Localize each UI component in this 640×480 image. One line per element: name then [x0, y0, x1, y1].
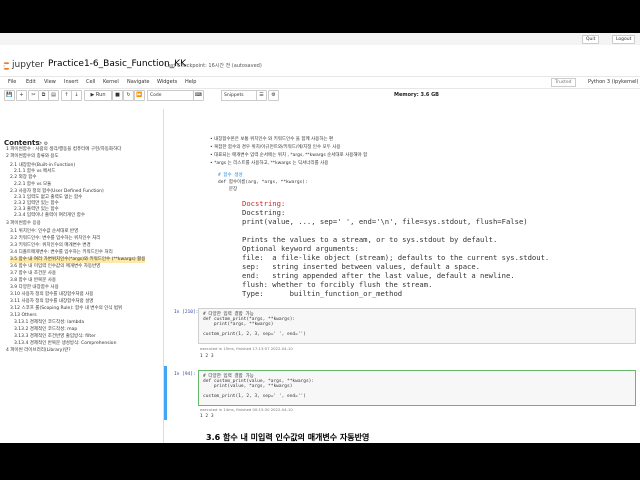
fast-forward-icon[interactable]: ⏩	[134, 90, 145, 101]
save-button[interactable]: 💾	[4, 90, 15, 101]
docstring-text: Docstring: Docstring: print(value, ..., …	[242, 199, 549, 298]
toc-item[interactable]: 4 파이썬 라이브러리(Library)란?	[6, 348, 71, 354]
quit-button[interactable]: Quit	[582, 35, 600, 44]
toc-item[interactable]: 3.5 함수 내 여러 가변위치인수(*args)와 키워드인수 (**kwar…	[10, 257, 146, 263]
cell-type-select[interactable]: Code	[147, 90, 195, 101]
menu-file[interactable]: File	[8, 79, 16, 85]
menu-help[interactable]: Help	[185, 79, 196, 85]
toc-item[interactable]: 3 파이썬함수 응용	[6, 221, 41, 227]
run-label: Run	[95, 92, 106, 98]
toc-item[interactable]: 3.13 Others	[10, 313, 37, 319]
cell1-exec-time: executed in 15ms, finished 17:13:57 2022…	[200, 346, 293, 351]
bullet-3: • 대표되는 매개변수 입력 순서에는 위치 , *args, **kwargs…	[210, 153, 368, 158]
toc-item[interactable]: 2.3.4 입력이나 출력이 여러개인 함수	[14, 213, 85, 219]
toc-item[interactable]: 3.3 키워드인수: 위치인수의 매개변수 변경	[10, 243, 91, 249]
move-down-icon[interactable]: ↓	[71, 90, 82, 101]
cell1-output: 1 2 3	[200, 354, 214, 359]
docstring-heading: Docstring:	[242, 199, 286, 208]
gear-icon[interactable]: ⚙	[268, 90, 279, 101]
cell1-prompt: In [210]:	[174, 310, 199, 315]
add-cell-button[interactable]: +	[16, 90, 27, 101]
menu-kernel[interactable]: Kernel	[103, 79, 119, 85]
toc-item[interactable]: 2.2 외장 함수	[10, 175, 37, 181]
run-button[interactable]: ▶ Run	[84, 90, 112, 101]
browser-frame: Quit Logout jupyter Practice1-6_Basic_Fu…	[0, 33, 640, 443]
toc-item[interactable]: 3.13.4 경제적인 반복문 생성방식: Comprehension	[14, 341, 116, 347]
toc-item[interactable]: 3.13.1 경제적인 코드작성: lambda	[14, 320, 84, 326]
example-code-line2: 문장	[218, 187, 238, 192]
trusted-badge[interactable]: Trusted	[551, 78, 576, 87]
cell2-exec-time: executed in 14ms, finished 00:15:30 2022…	[200, 407, 293, 412]
toc-item[interactable]: 3.7 함수 내 조건문 사용	[10, 271, 56, 277]
cell2-prompt: In [94]:	[174, 372, 196, 377]
cell2-output: 1 2 3	[200, 414, 214, 419]
menu-insert[interactable]: Insert	[64, 79, 78, 85]
toolbar: 💾 + ✂ ⧉ ▤ ↑ ↓ ▶ Run ■ ↻ ⏩ Code ⌨ Snippet…	[0, 88, 640, 102]
toc-item[interactable]: 2.2.1 함수 vs 모듈	[14, 182, 51, 188]
bullet-2: • 복잡한 함수의 경우 위치/아규먼트와/키워드/에/지정 인수 모두 사용	[210, 145, 341, 150]
code-cell-1[interactable]: # 다양한 입력 결합 가능 def custom_print(*args, *…	[198, 308, 636, 344]
checkpoint-status: Last Checkpoint: 16시간 전 (autosaved)	[165, 63, 262, 69]
toc-item[interactable]: 3.4 디폴트매개변수: 변수를 입수하는 키워드인수 처리	[10, 250, 113, 256]
kernel-indicator: Python 3 (ipykernel)	[588, 79, 639, 85]
docstring-popup: Docstring: Docstring: print(value, ..., …	[238, 199, 638, 299]
menu-cell[interactable]: Cell	[86, 79, 95, 85]
toc-item[interactable]: 3.13.3 경제적인 조건반영 출입방식: filter	[14, 334, 96, 340]
example-comment: # 함수 생성	[218, 173, 243, 178]
menu-widgets[interactable]: Widgets	[157, 79, 177, 85]
bullet-1: • 내장함수몬은 보통 위치인수 와 키워드인수 을 함께 사용하는 편	[210, 137, 334, 142]
toc-item[interactable]: 2 파이썬함수의 종류와 용도	[6, 154, 59, 160]
toc-item[interactable]: 3.2 키워드인수: 변수를 입수하는 위치인수 처리	[10, 236, 100, 242]
menu-view[interactable]: View	[44, 79, 56, 85]
toc-item[interactable]: 3.8 함수 내 반복문 사용	[10, 278, 56, 284]
toc-item[interactable]: 3.1 위치인수: 인수값 순서대로 반영	[10, 229, 78, 235]
selected-cell-indicator	[164, 366, 167, 420]
example-code-line1: def 함수이름(arg, *args, **kwargs):	[218, 180, 308, 185]
toc-item[interactable]: 3.13.2 경제적인 코드작성: map	[14, 327, 77, 333]
toc-title: Contents	[4, 139, 40, 147]
notebook-main: • 내장함수몬은 보통 위치인수 와 키워드인수 을 함께 사용하는 편 • 복…	[164, 109, 640, 443]
paste-icon[interactable]: ▤	[48, 90, 59, 101]
menu-navigate[interactable]: Navigate	[127, 79, 149, 85]
toc-item[interactable]: 3.10 사용자 정의 함수를 내장함수처럼 사용	[10, 292, 93, 298]
stop-icon[interactable]: ■	[112, 90, 123, 101]
docstring-body: Docstring: print(value, ..., sep=' ', en…	[242, 208, 550, 298]
cell1-code[interactable]: # 다양한 입력 결합 가능 def custom_print(*args, *…	[203, 311, 306, 337]
restart-icon[interactable]: ↻	[123, 90, 134, 101]
notebook-header: jupyter Practice1-6_Basic_Function_KK La…	[0, 45, 640, 109]
toc-item[interactable]: 3.6 함수 내 미입력 인수값의 매개변수 자동반영	[10, 264, 100, 270]
toc-sidebar: Contents ⟳ ⚙ 1 파이썬함수 : 사람의 생각/행동을 컴퓨터에 구…	[0, 109, 164, 443]
memory-indicator: Memory: 3.6 GB	[394, 92, 439, 98]
snippets-select[interactable]: Snippets	[221, 90, 257, 101]
code-cell-2[interactable]: # 다양한 입력 결합 가능 def custom_print(value, *…	[198, 370, 636, 406]
toc-item[interactable]: 3.12 스코프 룰(Scoping Rule): 함수 내 변수의 인식 범위	[10, 306, 122, 312]
toc-item[interactable]: 1 파이썬함수 : 사람의 생각/행동을 컴퓨터에 구현/자동화하다	[6, 147, 121, 153]
logout-button[interactable]: Logout	[612, 35, 636, 44]
toc-item[interactable]: 3.11 사용자 정의 함수를 내장함수처럼 설명	[10, 299, 93, 305]
toc-toggle-icon[interactable]: ☰	[256, 90, 267, 101]
jupyter-brand[interactable]: jupyter	[12, 60, 44, 70]
command-palette-icon[interactable]: ⌨	[193, 90, 204, 101]
cell2-code[interactable]: # 다양한 입력 결합 가능 def custom_print(value, *…	[203, 373, 314, 399]
menu-edit[interactable]: Edit	[26, 79, 36, 85]
section-heading: 3.6 함수 내 미입력 인수값의 매개변수 자동반영	[206, 433, 370, 442]
bullet-4: • *args 는 리스트를 사용하고, **kwargs 는 딕셔너리를 사용	[210, 161, 329, 166]
toc-item[interactable]: 3.9 다양한 내장함수 사용	[10, 285, 59, 291]
jupyter-logo-icon	[3, 62, 10, 70]
